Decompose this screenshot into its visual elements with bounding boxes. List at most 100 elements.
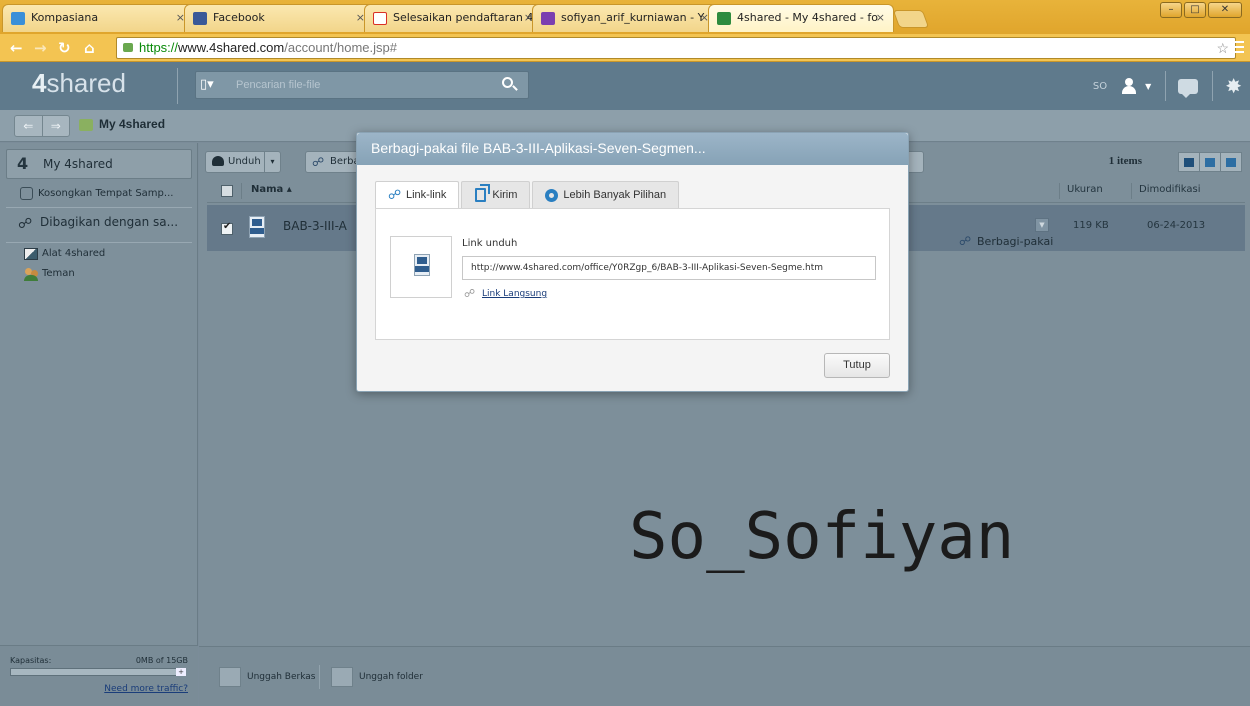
sidebar-item-label: Alat 4shared (42, 248, 106, 259)
tab-send[interactable]: Kirim (461, 181, 531, 208)
doc-file-icon (249, 216, 265, 238)
browser-toolbar: ← → ↻ ⌂ https://www.4shared.com/account/… (0, 34, 1250, 62)
grid-view-icon (1205, 157, 1215, 167)
tab-label: Kompasiana (31, 11, 99, 24)
browser-tab-facebook[interactable]: Facebook × (184, 4, 374, 32)
row-checkbox[interactable] (221, 221, 233, 235)
need-more-traffic-link[interactable]: Need more traffic? (104, 684, 188, 694)
reload-icon[interactable]: ↻ (58, 38, 71, 58)
search-icon[interactable] (500, 75, 520, 95)
file-name[interactable]: BAB-3-III-A (283, 219, 347, 233)
search-input[interactable] (236, 76, 476, 94)
gmail-icon (373, 12, 387, 25)
sidebar-item-label: Kosongkan Tempat Samp... (38, 188, 174, 199)
chevron-down-icon[interactable]: ▼ (1035, 218, 1049, 232)
header-separator (162, 68, 178, 104)
sidebar-item-label: My 4shared (43, 157, 113, 171)
plus-icon[interactable]: + (176, 668, 186, 676)
back-arrow-icon[interactable]: ⇐ (15, 116, 43, 136)
browser-tab-gmail[interactable]: Selesaikan pendaftaran 4s × (364, 4, 542, 32)
list-view-button[interactable] (1178, 152, 1200, 172)
maximize-button[interactable]: □ (1184, 2, 1206, 18)
logo-number: 4 (32, 68, 47, 98)
sidebar-item-empty-trash[interactable]: Kosongkan Tempat Samp... (20, 186, 173, 202)
gear-icon (545, 189, 559, 202)
sidebar-item-shared-with-me[interactable]: ☍ Dibagikan dengan sa... (18, 213, 179, 232)
link-icon: ☍ (388, 187, 402, 202)
back-arrow-icon[interactable]: ← (10, 38, 23, 58)
sidebar-item-my4shared[interactable]: 4 My 4shared (6, 149, 192, 179)
home-icon[interactable]: ⌂ (84, 38, 95, 58)
upload-folder-label: Unggah folder (359, 672, 423, 682)
url-path: /account/home.jsp# (284, 40, 397, 55)
bookmark-star-icon[interactable]: ☆ (1216, 38, 1229, 58)
capacity-value: 0MB of 15GB (135, 656, 188, 665)
browser-tab-yahoo[interactable]: sofiyan_arif_kurniawan - Y × (532, 4, 718, 32)
header-divider (1212, 71, 1214, 101)
yahoo-mail-icon (541, 12, 555, 25)
row-share-link[interactable]: ☍ Berbagi-pakai (959, 234, 1053, 248)
search-box: ▯▾ (195, 71, 529, 99)
download-button[interactable]: Unduh ▾ (205, 151, 281, 173)
user-avatar-icon[interactable] (1119, 76, 1139, 96)
address-bar[interactable]: https://www.4shared.com/account/home.jsp… (116, 37, 1236, 59)
new-tab-button[interactable] (892, 10, 930, 28)
minimize-button[interactable]: – (1160, 2, 1182, 18)
download-label: Unduh (228, 156, 261, 167)
close-button[interactable]: Tutup (824, 353, 890, 378)
forward-arrow-icon[interactable]: → (34, 38, 47, 58)
detail-view-button[interactable] (1220, 152, 1242, 172)
4shared-logo[interactable]: 4shared (32, 68, 126, 99)
tab-label: Facebook (213, 11, 265, 24)
close-window-button[interactable]: ✕ (1208, 2, 1242, 18)
page-title: My 4shared (99, 117, 166, 131)
browser-tab-kompasiana[interactable]: Kompasiana × (2, 4, 194, 32)
upload-file-icon (219, 667, 241, 687)
divider (6, 242, 192, 243)
user-initials: SO (1092, 80, 1108, 92)
upload-file-label: Unggah Berkas (247, 672, 316, 682)
direct-link[interactable]: ☍ Link Langsung (464, 287, 547, 300)
tab-label: 4shared - My 4shared - fo (737, 11, 878, 24)
forward-arrow-icon[interactable]: ⇒ (43, 116, 70, 136)
download-link-field[interactable] (462, 256, 876, 280)
cloud-download-icon (212, 156, 224, 166)
file-type-dropdown-icon[interactable]: ▯▾ (200, 75, 224, 95)
url-host: www.4shared.com (178, 40, 285, 55)
browser-tab-4shared[interactable]: 4shared - My 4shared - fo × (708, 4, 894, 32)
tab-label: Lebih Banyak Pilihan (563, 189, 667, 201)
sidebar-item-label: Dibagikan dengan sa... (40, 215, 179, 229)
chevron-down-icon[interactable]: ▼ (1145, 82, 1151, 91)
sidebar-item-tools[interactable]: Alat 4shared (24, 247, 105, 261)
folder-icon (79, 119, 93, 131)
url-protocol: https:// (139, 40, 179, 55)
select-all-checkbox[interactable] (221, 185, 233, 197)
tab-links[interactable]: ☍ Link-link (375, 181, 460, 209)
chat-icon[interactable] (1178, 78, 1199, 98)
tab-more-options[interactable]: Lebih Banyak Pilihan (532, 181, 680, 208)
facebook-icon (193, 12, 207, 25)
close-tab-icon[interactable]: × (876, 5, 885, 31)
grid-view-button[interactable] (1199, 152, 1221, 172)
dialog-title: Berbagi-pakai file BAB-3-III-Aplikasi-Se… (357, 133, 908, 165)
sidebar-item-label: Teman (42, 268, 75, 279)
chrome-menu-icon[interactable] (1232, 41, 1244, 55)
column-header-name[interactable]: Nama ▴ (251, 184, 292, 195)
column-header-size[interactable]: Ukuran (1067, 184, 1103, 195)
upload-folder-button[interactable]: Unggah folder (331, 667, 423, 687)
storage-panel: Kapasitas: 0MB of 15GB + Need more traff… (0, 645, 198, 706)
browser-tab-strip: Kompasiana × Facebook × Selesaikan penda… (0, 0, 1250, 34)
gear-icon[interactable]: ✸ (1225, 74, 1242, 98)
upload-file-button[interactable]: Unggah Berkas (219, 667, 315, 687)
watermark-text: So_Sofiyan (629, 500, 1015, 574)
column-divider (1131, 183, 1132, 199)
share-dialog: Berbagi-pakai file BAB-3-III-Aplikasi-Se… (356, 132, 909, 392)
file-modified-date: 06-24-2013 (1147, 220, 1206, 231)
chevron-down-icon[interactable]: ▾ (264, 152, 280, 172)
detail-view-icon (1226, 157, 1236, 167)
column-header-modified[interactable]: Dimodifikasi (1139, 184, 1201, 195)
sidebar-item-friends[interactable]: Teman (24, 267, 75, 281)
links-panel: Link unduh ☍ Link Langsung (375, 208, 890, 340)
lock-icon (123, 43, 133, 52)
header-user-area: SO ▼ ✸ (1093, 62, 1250, 110)
